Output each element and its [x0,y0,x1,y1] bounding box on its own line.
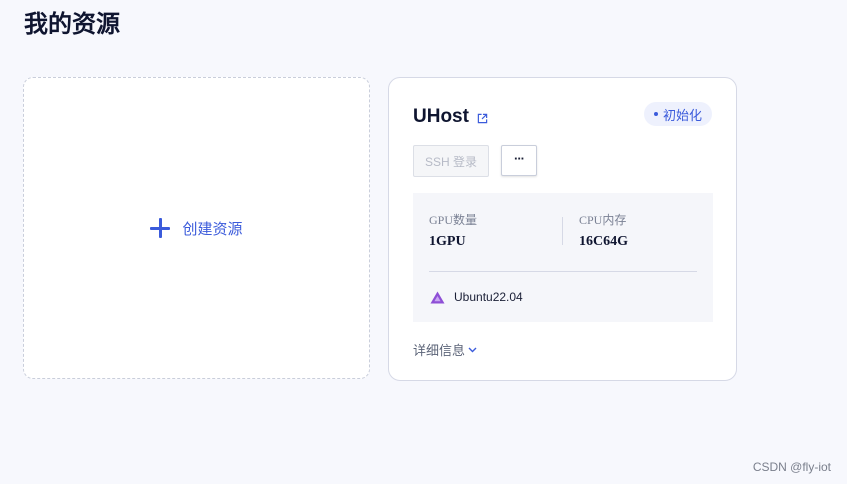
cpu-memory-spec: CPU内存 16C64G [579,211,628,250]
uhost-card: UHost 初始化 SSH 登录 ··· GPU数量 1GPU CPU内存 16… [388,77,737,381]
plus-icon [150,218,171,238]
status-label: 初始化 [662,107,702,123]
os-name: Ubuntu22.04 [454,290,523,304]
gpu-count-label: GPU数量 [429,213,478,227]
host-title: UHost [413,106,488,128]
spec-panel: GPU数量 1GPU CPU内存 16C64G Ubuntu22.04 [413,193,713,322]
create-resource-card[interactable]: 创建资源 [23,77,370,379]
os-row: Ubuntu22.04 [430,290,523,304]
details-label: 详细信息 [413,343,466,358]
chevron-down-icon [468,347,477,352]
details-toggle[interactable]: 详细信息 [413,340,477,359]
host-name: UHost [413,106,469,127]
status-dot-icon [653,112,658,116]
page-title: 我的资源 [24,11,120,38]
external-link-icon[interactable] [477,113,488,124]
gpu-count-value: 1GPU [429,234,466,249]
create-resource-label: 创建资源 [182,220,243,238]
spec-separator [429,271,697,272]
watermark: CSDN @fly-iot [752,460,831,474]
status-badge: 初始化 [643,102,712,126]
spec-divider [562,217,563,245]
gpu-count-spec: GPU数量 1GPU [429,211,477,250]
more-actions-button[interactable]: ··· [501,145,537,176]
cpu-memory-value: 16C64G [579,234,628,249]
os-logo-icon [430,291,445,303]
cpu-memory-label: CPU内存 [579,213,627,227]
ssh-login-button[interactable]: SSH 登录 [413,145,489,177]
create-resource-button[interactable]: 创建资源 [150,218,243,239]
